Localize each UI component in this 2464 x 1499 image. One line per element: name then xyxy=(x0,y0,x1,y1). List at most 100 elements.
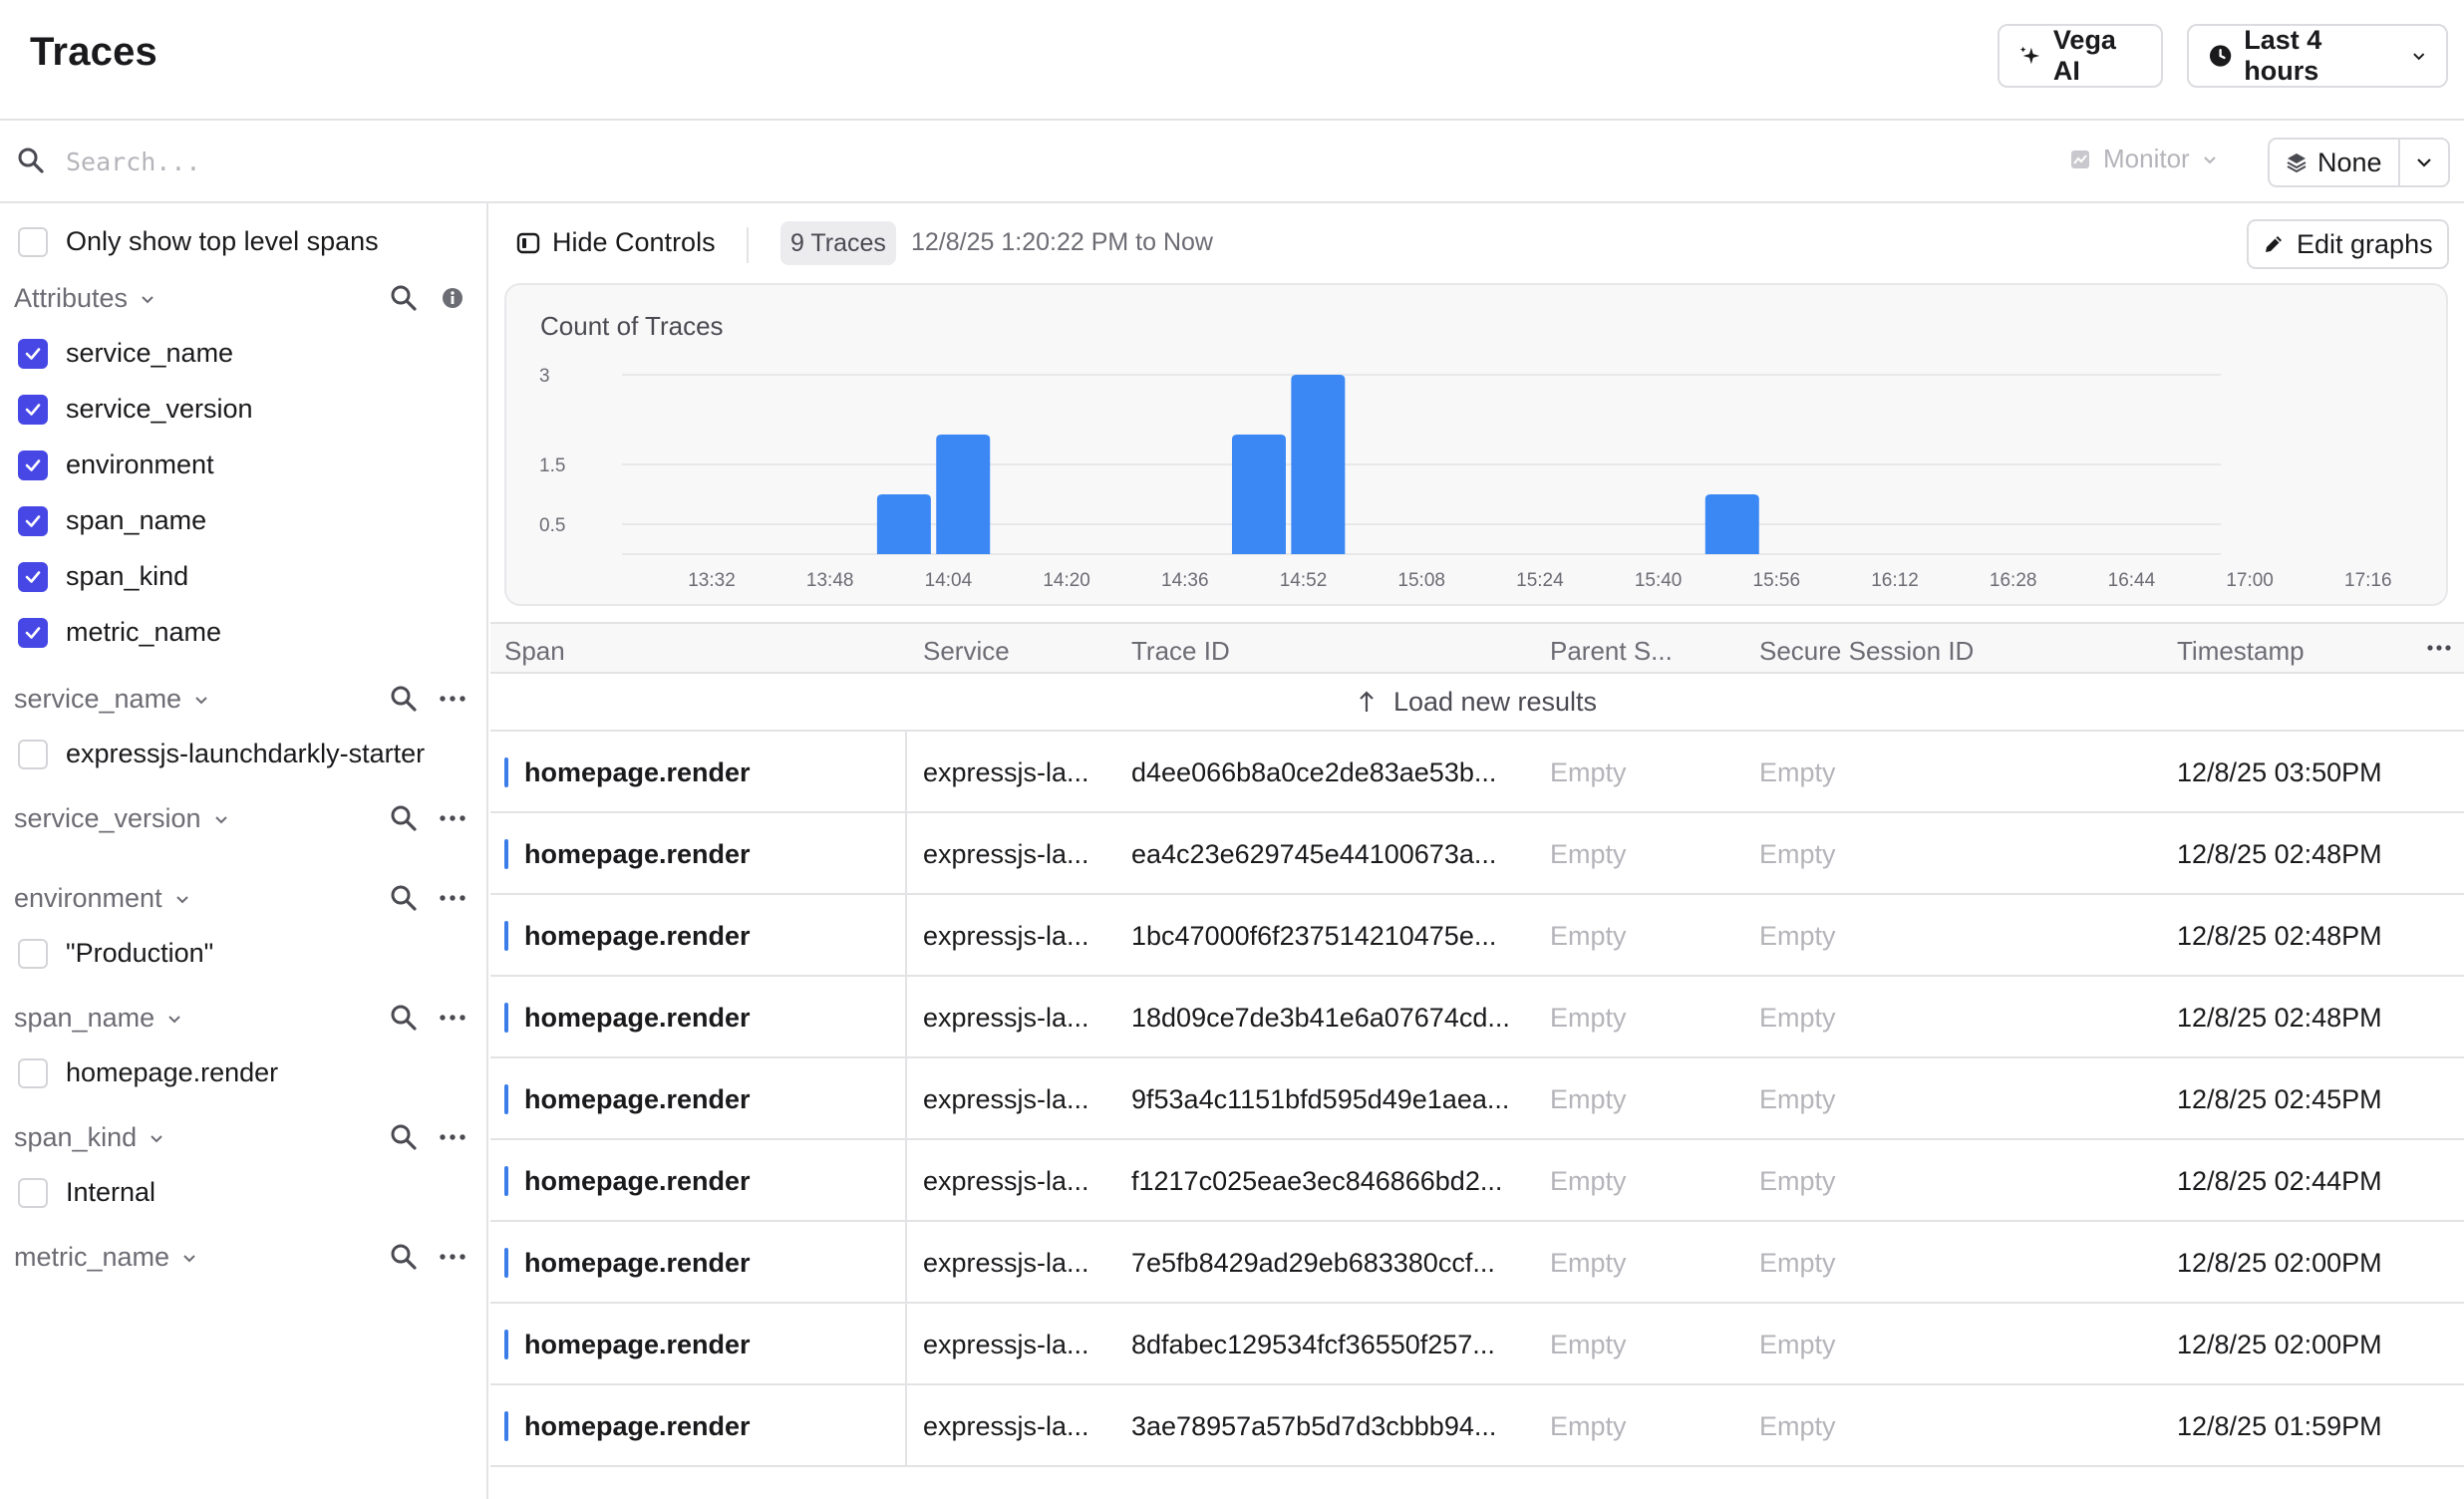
more-dots-icon[interactable] xyxy=(439,803,466,833)
cell-service: expressjs-la... xyxy=(923,757,1089,787)
more-dots-icon[interactable] xyxy=(439,1003,466,1033)
attribute-checkbox[interactable] xyxy=(18,562,48,592)
facet-value-toggle[interactable]: "Production" xyxy=(0,929,486,979)
more-dots-icon[interactable] xyxy=(439,1242,466,1272)
search-icon[interactable] xyxy=(389,883,419,913)
check-icon xyxy=(25,571,41,583)
search-icon[interactable] xyxy=(389,803,419,833)
search-icon[interactable] xyxy=(389,1003,419,1033)
facet-title: service_name xyxy=(14,684,209,715)
more-dots-icon[interactable] xyxy=(439,883,466,913)
table-row[interactable]: homepage.render expressjs-la... 9f53a4c1… xyxy=(490,1058,2464,1140)
attribute-toggle[interactable]: span_name xyxy=(0,496,486,546)
column-header-parent-span[interactable]: Parent S... xyxy=(1550,636,1673,667)
attribute-toggle[interactable]: service_version xyxy=(0,385,486,435)
table-row[interactable]: homepage.render expressjs-la... 1bc47000… xyxy=(490,895,2464,977)
table-row[interactable]: homepage.render expressjs-la... 7e5fb842… xyxy=(490,1222,2464,1304)
search-icon[interactable] xyxy=(389,1122,419,1152)
vega-ai-button[interactable]: Vega AI xyxy=(1998,24,2163,88)
table-row[interactable]: homepage.render expressjs-la... 3ae78957… xyxy=(490,1385,2464,1467)
cell-timestamp: 12/8/25 01:59PM xyxy=(2177,1411,2382,1441)
more-dots-icon[interactable] xyxy=(439,1122,466,1152)
attribute-checkbox[interactable] xyxy=(18,618,48,648)
attribute-checkbox[interactable] xyxy=(18,506,48,536)
chevron-down-icon xyxy=(175,895,188,903)
search-icon[interactable] xyxy=(389,1242,419,1272)
table-row[interactable]: homepage.render expressjs-la... ea4c23e6… xyxy=(490,813,2464,895)
chart-bar[interactable] xyxy=(1704,494,1759,554)
check-icon xyxy=(25,404,41,416)
facet-value-checkbox[interactable] xyxy=(18,939,48,969)
facet-value-checkbox[interactable] xyxy=(18,1178,48,1208)
facet-header[interactable]: service_version xyxy=(0,793,486,843)
load-new-results-button[interactable]: Load new results xyxy=(490,674,2464,732)
top-level-spans-checkbox[interactable] xyxy=(18,227,48,257)
chevron-down-icon xyxy=(142,295,154,303)
column-header-secure-session-id[interactable]: Secure Session ID xyxy=(1759,636,1974,667)
cell-span: homepage.render xyxy=(524,1411,751,1441)
row-indicator xyxy=(504,1330,508,1359)
cell-trace-id: 7e5fb8429ad29eb683380ccf... xyxy=(1131,1248,1495,1278)
edit-graphs-button[interactable]: Edit graphs xyxy=(2247,219,2449,269)
top-level-spans-toggle[interactable]: Only show top level spans xyxy=(0,217,486,267)
column-header-trace-id[interactable]: Trace ID xyxy=(1131,636,1230,667)
facet-value-label: Internal xyxy=(66,1177,156,1207)
facet-value-toggle[interactable]: expressjs-launchdarkly-starter xyxy=(0,730,486,779)
table-row[interactable]: homepage.render expressjs-la... 18d09ce7… xyxy=(490,977,2464,1058)
chart-canvas: 3 1.5 0.5 13:32 13:48 14:04 14:20 14:36 14:52 15:… xyxy=(539,366,2392,591)
cell-parent-span: Empty xyxy=(1550,1330,1627,1359)
cell-trace-id: 9f53a4c1151bfd595d49e1aea... xyxy=(1131,1084,1510,1114)
cell-timestamp: 12/8/25 02:44PM xyxy=(2177,1166,2382,1196)
facet-header[interactable]: metric_name xyxy=(0,1232,486,1282)
cell-span: homepage.render xyxy=(524,757,751,787)
attribute-checkbox[interactable] xyxy=(18,339,48,369)
cell-trace-id: 3ae78957a57b5d7d3cbbb94... xyxy=(1131,1411,1497,1441)
table-row[interactable]: homepage.render expressjs-la... 8dfabec1… xyxy=(490,1304,2464,1385)
facet-value-checkbox[interactable] xyxy=(18,740,48,769)
cell-span: homepage.render xyxy=(524,921,751,951)
cell-parent-span: Empty xyxy=(1550,1248,1627,1278)
load-new-results-label: Load new results xyxy=(1392,686,1598,717)
vega-ai-label: Vega AI xyxy=(2052,25,2116,86)
facet-value-checkbox[interactable] xyxy=(18,1058,48,1088)
attribute-toggle[interactable]: environment xyxy=(0,441,486,490)
chart-bar[interactable] xyxy=(1291,375,1346,554)
facet-header[interactable]: service_name xyxy=(0,674,486,724)
attribute-checkbox[interactable] xyxy=(18,395,48,425)
time-range-dropdown[interactable]: Last 4 hours xyxy=(2187,24,2448,88)
facet-value-toggle[interactable]: Internal xyxy=(0,1168,486,1218)
attribute-toggle[interactable]: span_kind xyxy=(0,552,486,602)
facet-header[interactable]: span_kind xyxy=(0,1112,486,1162)
table-row[interactable]: homepage.render expressjs-la... f1217c02… xyxy=(490,1140,2464,1222)
group-by-chevron-button[interactable] xyxy=(2400,140,2448,185)
facet-value-toggle[interactable]: homepage.render xyxy=(0,1049,486,1098)
facet-header[interactable]: environment xyxy=(0,873,486,923)
search-input[interactable] xyxy=(66,140,1960,183)
chart-bar[interactable] xyxy=(1231,435,1286,554)
column-header-timestamp[interactable]: Timestamp xyxy=(2177,636,2305,667)
column-header-span[interactable]: Span xyxy=(504,636,565,667)
more-dots-icon[interactable] xyxy=(439,684,466,714)
monitor-dropdown[interactable]: Monitor xyxy=(2069,144,2230,174)
chart-bar[interactable] xyxy=(876,494,931,554)
group-by-button[interactable]: None xyxy=(2270,140,2400,185)
chart-bar[interactable] xyxy=(936,435,991,554)
attribute-checkbox[interactable] xyxy=(18,450,48,480)
attribute-toggle[interactable]: service_name xyxy=(0,329,486,379)
facet-header[interactable]: span_name xyxy=(0,993,486,1043)
attributes-section-header[interactable]: Attributes xyxy=(0,273,486,323)
table-row[interactable]: homepage.render expressjs-la... d4ee066b… xyxy=(490,732,2464,813)
search-icon[interactable] xyxy=(389,684,419,714)
more-dots-icon[interactable] xyxy=(2426,638,2452,658)
x-tick-label: 15:24 xyxy=(1516,570,1564,591)
facet-title-text: metric_name xyxy=(14,1242,170,1272)
layers-icon xyxy=(2287,153,2307,173)
info-icon[interactable] xyxy=(442,287,463,309)
search-icon[interactable] xyxy=(389,283,419,313)
hide-controls-button[interactable]: Hide Controls xyxy=(516,227,716,258)
cell-parent-span: Empty xyxy=(1550,1084,1627,1114)
facet-title: span_kind xyxy=(14,1122,164,1153)
attribute-label: span_kind xyxy=(66,561,189,591)
column-header-service[interactable]: Service xyxy=(923,636,1010,667)
attribute-toggle[interactable]: metric_name xyxy=(0,608,486,658)
